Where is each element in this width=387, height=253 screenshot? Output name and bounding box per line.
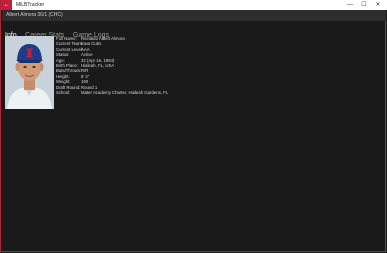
close-icon[interactable]: ✕: [372, 0, 384, 10]
window-title: MiLBTracker: [16, 2, 45, 8]
title-bar: ← MiLBTracker — ☐ ✕: [1, 0, 387, 10]
info-row-school: School: Mater Academy Charter, Hialeah Ga…: [56, 90, 168, 95]
info-value: Active: [81, 52, 93, 58]
info-value: 6' 2": [81, 73, 90, 79]
tab-bar: Info Career Stats Game Logs: [5, 24, 113, 39]
info-value: Hialeah, FL, USA: [81, 62, 115, 68]
info-value: AAA: [81, 46, 90, 52]
info-value: 190: [81, 79, 89, 85]
player-info: Full Name: Reinaldo Albert Almora Current…: [56, 36, 168, 95]
minimize-icon[interactable]: —: [344, 0, 356, 10]
info-value: Mater Academy Charter, Hialeah Gardens, …: [81, 89, 169, 95]
info-label: School:: [56, 89, 71, 95]
info-value: Reinaldo Albert Almora: [81, 36, 125, 41]
info-value: 22 (Apr 16, 1994): [81, 57, 115, 63]
info-value: Iowa Cubs: [81, 41, 102, 47]
back-arrow-icon[interactable]: ←: [1, 0, 12, 10]
player-photo: [5, 36, 54, 109]
player-header-text: Albert Almora 36/1 (CHC): [6, 12, 63, 18]
player-header: Albert Almora 36/1 (CHC): [2, 10, 386, 21]
player-photo-image: [5, 36, 54, 109]
info-value: Round 1: [81, 84, 98, 90]
info-value: R/R: [81, 68, 89, 74]
maximize-icon[interactable]: ☐: [358, 0, 370, 10]
app-window: ← MiLBTracker — ☐ ✕ Albert Almora 36/1 (…: [0, 0, 387, 252]
